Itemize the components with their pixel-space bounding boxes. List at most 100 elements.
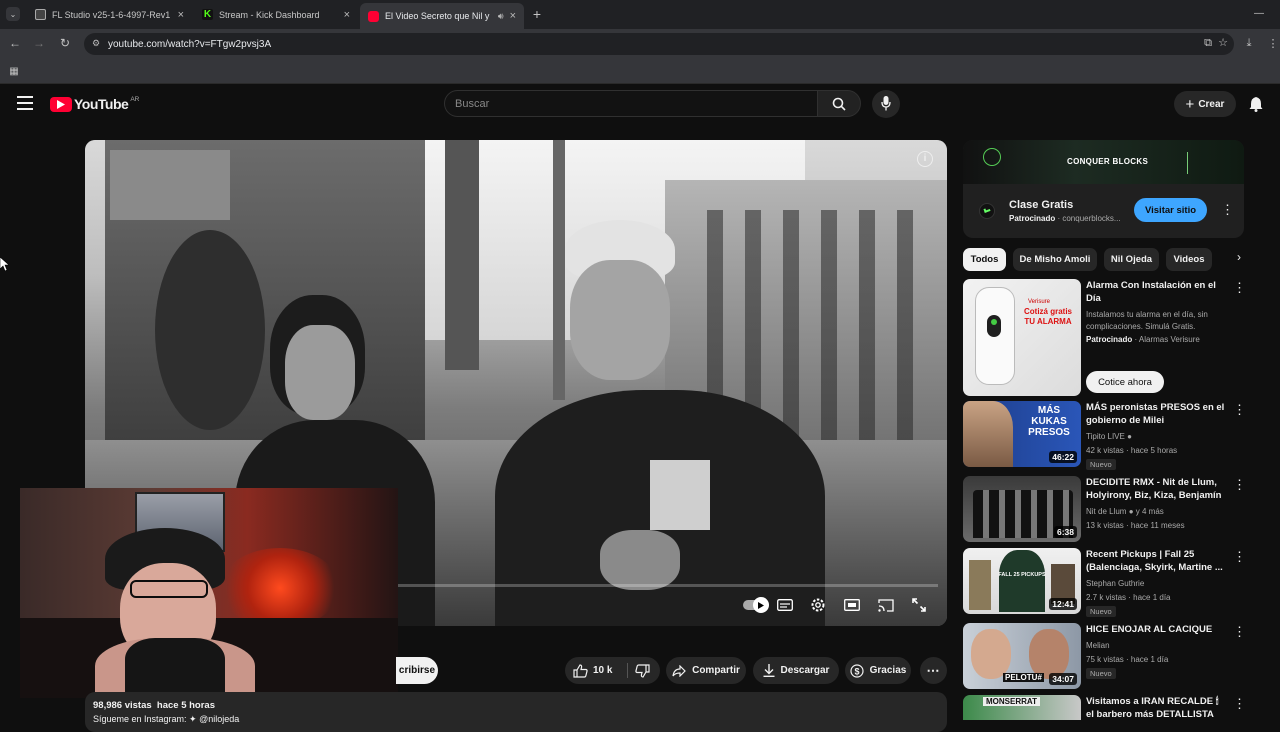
menu-icon[interactable]: ⋮ xyxy=(1266,36,1280,50)
channel-name[interactable]: Stephan Guthrie xyxy=(1086,579,1144,588)
progress-bar[interactable] xyxy=(398,584,938,587)
speaker-icon[interactable]: 🔊︎ xyxy=(498,11,504,22)
recommendation-item[interactable]: 6:38 DECIDITE RMX - Nit de Llum, Holyiro… xyxy=(963,476,1246,546)
hamburger-menu-icon[interactable] xyxy=(17,96,33,110)
recommendation-item[interactable]: PELOTU# 34:07 HICE ENOJAR AL CACIQUE Mel… xyxy=(963,623,1246,693)
recommendation-item[interactable]: MONSERRAT Visitamos a IRAN RECALDE 🕯 el … xyxy=(963,695,1244,720)
youtube-play-logo-icon xyxy=(50,96,72,112)
quote-now-button[interactable]: Cotice ahora xyxy=(1086,371,1164,393)
more-options-icon[interactable]: ⋮ xyxy=(1233,281,1246,295)
channel-name[interactable]: Melian xyxy=(1086,641,1110,650)
subscribe-button[interactable]: cribirse xyxy=(396,657,438,684)
voice-search-button[interactable] xyxy=(872,90,900,118)
miniplayer-icon[interactable] xyxy=(842,595,862,615)
advertiser-avatar xyxy=(979,203,995,219)
more-options-icon[interactable]: ⋮ xyxy=(1233,478,1246,492)
tab-kick-dashboard[interactable]: K Stream - Kick Dashboard × xyxy=(194,4,358,25)
search-button[interactable] xyxy=(817,90,861,117)
verified-icon: ● xyxy=(1127,432,1132,441)
autoplay-toggle[interactable] xyxy=(741,595,769,615)
super-thanks-icon: $ xyxy=(850,663,864,678)
info-icon[interactable]: i xyxy=(917,151,933,167)
thumbs-down-icon[interactable] xyxy=(635,664,650,678)
video-duration: 34:07 xyxy=(1049,673,1077,685)
chip-todos[interactable]: Todos xyxy=(963,248,1006,271)
settings-gear-icon[interactable] xyxy=(808,595,828,615)
recommendation-item[interactable]: MÁS KUKAS PRESOS 46:22 MÁS peronistas PR… xyxy=(963,401,1246,471)
youtube-favicon-icon xyxy=(368,10,379,22)
new-badge: Nuevo xyxy=(1086,606,1116,617)
create-button[interactable]: + Crear xyxy=(1174,91,1236,117)
video-thumbnail: PELOTU# 34:07 xyxy=(963,623,1081,689)
video-thumbnail: FALL 25 PICKUPS 12:41 xyxy=(963,548,1081,614)
tab-fl-studio[interactable]: FL Studio v25-1-6-4997-Rev1 W × xyxy=(27,4,192,25)
forward-arrow-icon[interactable]: → xyxy=(32,36,46,50)
region-code: AR xyxy=(130,95,140,103)
minimize-button[interactable]: — xyxy=(1252,6,1266,20)
video-thumbnail: MONSERRAT xyxy=(963,695,1081,720)
more-options-icon[interactable]: ⋮ xyxy=(1233,625,1246,639)
address-bar[interactable]: ⚙ youtube.com/watch?v=FTgw2pvsj3A ⧉ ☆ xyxy=(84,33,1234,55)
tab-search-button[interactable]: ⌄ xyxy=(6,7,20,21)
bookmark-star-icon[interactable]: ☆ xyxy=(1218,36,1228,49)
thumbs-up-icon xyxy=(573,663,588,678)
chip-de-misho-amoli[interactable]: De Misho Amoli xyxy=(1013,248,1097,271)
channel-name[interactable]: Nit de Llum ● y 4 más xyxy=(1086,507,1164,516)
new-badge: Nuevo xyxy=(1086,668,1116,679)
install-app-icon[interactable]: ⧉ xyxy=(1204,37,1212,50)
close-icon[interactable]: × xyxy=(344,9,350,21)
recommendation-item[interactable]: FALL 25 PICKUPS 12:41 Recent Pickups | F… xyxy=(963,548,1246,618)
view-stats: 98,986 vistas hace 5 horas xyxy=(93,700,215,711)
recommendation-title[interactable]: HICE ENOJAR AL CACIQUE xyxy=(1086,623,1228,636)
youtube-logo[interactable]: YouTube AR xyxy=(50,95,139,113)
search-input[interactable]: Buscar xyxy=(444,90,818,117)
browser-tab-strip: ⌄ FL Studio v25-1-6-4997-Rev1 W × K Stre… xyxy=(0,0,1280,29)
close-icon[interactable]: × xyxy=(178,9,184,21)
visit-site-button[interactable]: Visitar sitio xyxy=(1134,198,1207,222)
recommendation-title[interactable]: Alarma Con Instalación en el Día xyxy=(1086,279,1228,305)
thumb-caption: MÁS KUKAS PRESOS xyxy=(1028,405,1070,438)
recommendation-title[interactable]: Recent Pickups | Fall 25 (Balenciaga, Sk… xyxy=(1086,548,1228,574)
site-info-icon[interactable]: ⚙ xyxy=(92,38,102,48)
close-icon[interactable]: × xyxy=(510,10,516,22)
reload-icon[interactable]: ↻ xyxy=(58,36,72,50)
video-duration: 12:41 xyxy=(1049,598,1077,610)
subtitles-icon[interactable] xyxy=(775,595,795,615)
create-label: Crear xyxy=(1198,98,1225,110)
description-box[interactable]: 98,986 vistas hace 5 horas Sígueme en In… xyxy=(85,692,947,732)
chip-videos[interactable]: Videos xyxy=(1166,248,1212,271)
download-button[interactable]: Descargar xyxy=(753,657,839,684)
fullscreen-icon[interactable] xyxy=(909,595,929,615)
search-icon xyxy=(832,97,846,111)
video-duration: 46:22 xyxy=(1049,451,1077,463)
chevron-right-icon[interactable]: › xyxy=(1219,250,1241,270)
ad-more-icon[interactable]: ⋮ xyxy=(1221,202,1234,218)
more-options-icon[interactable]: ⋮ xyxy=(1233,403,1246,417)
download-icon[interactable]: ⤓ xyxy=(1242,36,1256,50)
video-thumbnail: 6:38 xyxy=(963,476,1081,542)
recommendation-title[interactable]: DECIDITE RMX - Nit de Llum, Holyirony, B… xyxy=(1086,476,1228,502)
video-meta: 2.7 k vistas · hace 1 día xyxy=(1086,593,1171,602)
notifications-bell-icon[interactable] xyxy=(1249,96,1263,112)
back-arrow-icon[interactable]: ← xyxy=(8,36,22,50)
chip-nil-ojeda[interactable]: Nil Ojeda xyxy=(1104,248,1159,271)
thanks-label: Gracias xyxy=(869,665,907,676)
like-button[interactable]: 10 k xyxy=(573,663,612,678)
video-duration: 6:38 xyxy=(1053,526,1077,538)
more-options-icon[interactable]: ⋮ xyxy=(1233,550,1246,564)
recommendation-title[interactable]: Visitamos a IRAN RECALDE 🕯 el barbero má… xyxy=(1086,695,1228,720)
ad-sponsor-line: Patrocinado · Alarmas Verisure xyxy=(1086,335,1200,344)
new-tab-button[interactable]: + xyxy=(530,6,544,22)
more-actions-button[interactable]: ⋯ xyxy=(920,657,947,684)
share-button[interactable]: Compartir xyxy=(666,657,746,684)
sponsored-ad-card[interactable]: CONQUER BLOCKS Clase Gratis Patrocinado … xyxy=(963,140,1244,238)
thanks-button[interactable]: $ Gracias xyxy=(845,657,911,684)
sponsored-recommendation[interactable]: Verisure Cotizá gratis TU ALARMA Alarma … xyxy=(963,279,1246,399)
tab-youtube-video[interactable]: El Video Secreto que Nil y 🔊︎ × xyxy=(360,3,524,29)
apps-grid-icon[interactable]: ▦ xyxy=(8,65,20,77)
url-text: youtube.com/watch?v=FTgw2pvsj3A xyxy=(108,38,272,50)
recommendation-title[interactable]: MÁS peronistas PRESOS en el gobierno de … xyxy=(1086,401,1228,427)
cast-icon[interactable] xyxy=(876,595,896,615)
channel-name[interactable]: Tipito LIVE ● xyxy=(1086,432,1132,441)
more-options-icon[interactable]: ⋮ xyxy=(1233,697,1244,711)
